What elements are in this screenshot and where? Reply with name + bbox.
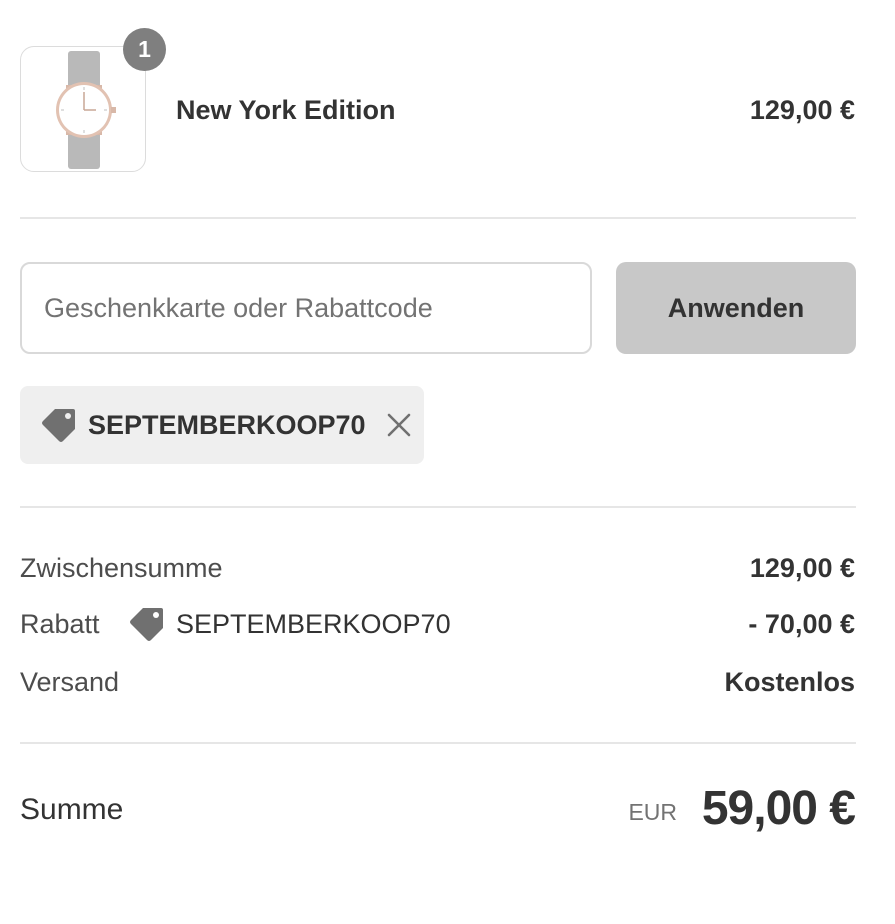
watch-image bbox=[56, 51, 116, 169]
tag-icon bbox=[130, 608, 163, 641]
discount-code-text: SEPTEMBERKOOP70 bbox=[176, 609, 451, 639]
subtotal-value: 129,00 € bbox=[749, 553, 855, 583]
applied-discount-chip: SEPTEMBERKOOP70 bbox=[20, 386, 424, 464]
divider bbox=[20, 742, 856, 744]
total-currency: EUR bbox=[628, 799, 677, 825]
shipping-value: Kostenlos bbox=[724, 667, 855, 697]
total-amount: 59,00 € bbox=[701, 782, 856, 835]
product-name: New York Edition bbox=[176, 95, 396, 125]
product-price: 129,00 € bbox=[749, 95, 855, 125]
apply-discount-button[interactable]: Anwenden bbox=[616, 262, 856, 354]
divider bbox=[20, 217, 856, 219]
shipping-label: Versand bbox=[20, 667, 120, 697]
product-thumbnail bbox=[20, 46, 146, 172]
divider bbox=[20, 506, 856, 508]
close-icon[interactable] bbox=[386, 412, 412, 438]
total-label: Summe bbox=[20, 793, 124, 826]
quantity-badge: 1 bbox=[123, 28, 166, 71]
discount-code-inline: SEPTEMBERKOOP70 bbox=[128, 605, 451, 643]
discount-value: - 70,00 € bbox=[748, 609, 855, 639]
tag-icon bbox=[42, 409, 75, 442]
discount-code-input[interactable] bbox=[20, 262, 592, 354]
applied-code-label: SEPTEMBERKOOP70 bbox=[88, 409, 366, 440]
subtotal-label: Zwischensumme bbox=[20, 553, 223, 583]
discount-label: Rabatt bbox=[20, 609, 100, 639]
